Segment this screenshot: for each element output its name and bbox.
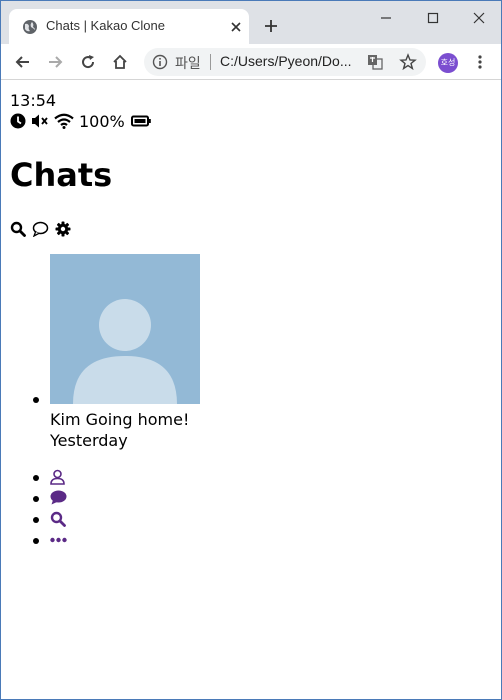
new-tab-icon[interactable] [262, 17, 280, 35]
back-icon[interactable] [14, 53, 32, 71]
tab-title: Chats | Kakao Clone [46, 18, 165, 33]
globe-icon [23, 20, 37, 34]
status-bar: 100% [10, 111, 156, 131]
battery-icon [130, 115, 151, 127]
gear-icon[interactable] [55, 221, 71, 237]
list-bullet [33, 517, 39, 523]
close-icon[interactable] [228, 19, 244, 35]
chat-bubble-icon[interactable] [32, 221, 49, 237]
page-title: Chats [10, 156, 113, 194]
wifi-icon [54, 113, 74, 129]
translate-icon[interactable] [366, 53, 384, 71]
list-bullet [33, 397, 39, 403]
star-icon[interactable] [399, 53, 417, 71]
nav-item-search[interactable] [1, 509, 121, 529]
maximize-icon[interactable] [424, 9, 442, 27]
nav-item-chats[interactable] [1, 488, 121, 508]
search-icon[interactable] [10, 221, 26, 237]
window-close-icon[interactable] [470, 9, 488, 27]
reload-icon[interactable] [79, 53, 97, 71]
browser-window: Chats | Kakao Clone 파일 C:/Users/Pyeon/Do… [0, 0, 502, 700]
list-bullet [33, 538, 39, 544]
header-actions [10, 220, 77, 238]
menu-icon[interactable] [471, 53, 489, 71]
list-bullet [33, 496, 39, 502]
tab-strip: Chats | Kakao Clone [1, 1, 501, 44]
nav-item-friends[interactable] [1, 467, 121, 487]
battery-level: 100% [79, 111, 125, 131]
default-avatar [50, 254, 200, 404]
chat-name-preview: Kim Going home! [50, 410, 190, 429]
clock-icon [10, 113, 26, 129]
more-icon[interactable] [50, 532, 67, 548]
search-icon[interactable] [50, 511, 66, 527]
chat-time: Yesterday [50, 431, 128, 450]
profile-avatar[interactable]: 호성 [438, 53, 458, 73]
forward-icon[interactable] [46, 53, 64, 71]
minimize-icon[interactable] [377, 9, 395, 27]
browser-tab[interactable]: Chats | Kakao Clone [9, 9, 249, 44]
url-text[interactable]: C:/Users/Pyeon/Do... [220, 53, 360, 69]
url-scheme-label: 파일 [175, 55, 201, 71]
list-bullet [33, 475, 39, 481]
address-bar[interactable]: 파일 C:/Users/Pyeon/Do... [144, 48, 426, 76]
status-time: 13:54 [10, 91, 57, 110]
url-separator [210, 54, 211, 70]
browser-toolbar: 파일 C:/Users/Pyeon/Do... 호성 [1, 44, 501, 80]
info-icon[interactable] [152, 54, 168, 70]
user-icon[interactable] [50, 469, 65, 485]
bottom-nav [1, 467, 201, 551]
page-content: 13:54 100% Chats Kim Going home! Yesterd… [1, 81, 501, 699]
chat-icon[interactable] [50, 490, 67, 505]
home-icon[interactable] [111, 53, 129, 71]
mute-icon [32, 114, 48, 128]
nav-item-more[interactable] [1, 530, 121, 550]
